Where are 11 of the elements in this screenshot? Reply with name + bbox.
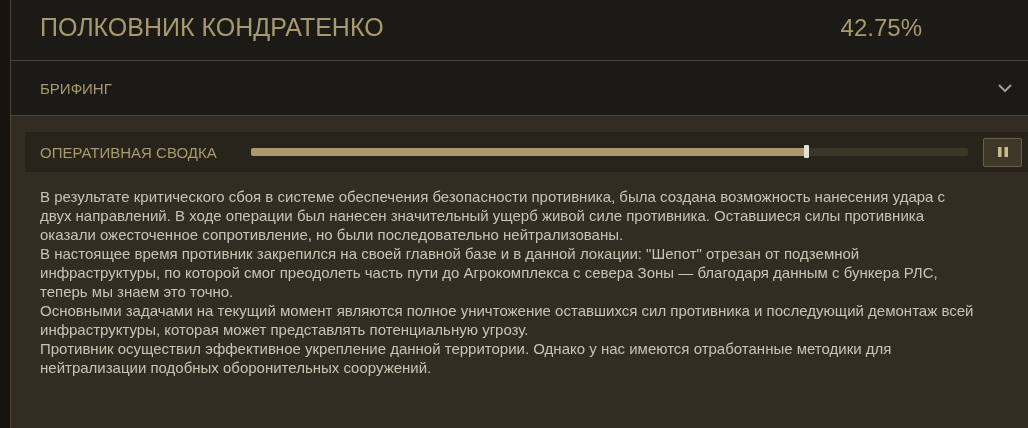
briefing-paragraph: Противник осуществил эффективное укрепление данной территории. Однако у нас имеются отработанные методики для нейтрализации подобных оборонительных сооружений.: [40, 339, 893, 377]
mission-title: ПОЛКОВНИК КОНДРАТЕНКО: [40, 13, 384, 42]
briefing-audio-title: ОПЕРАТИВНАЯ СВОДКА: [40, 143, 218, 161]
chevron-icon: [998, 83, 1012, 93]
briefing-paragraph: Основными задачами на текущий момент являются полное уничтожение оставшихся сил противника и последующий демонтаж всей инфраструктуры, которая может представлять потенциальную угрозу.: [40, 301, 975, 339]
pause-icon: [996, 146, 1009, 158]
progress-slider[interactable]: [251, 148, 968, 156]
briefing-paragraph: В настоящее время противник закрепился на своей главной базе и в данной локации: "Шепот" отрезан от подземной инфраструктуры, по которой смог преодолеть часть пути до Агрокомплекса с севера Зоны — благодаря данным с бункера РЛС, теперь мы знаем это точно.: [40, 244, 939, 301]
pause-button[interactable]: [983, 137, 1022, 167]
briefing-paragraph: В результате критического сбоя в системе обеспечения безопасности противника, была создана возможность нанесения удара с двух направлений. В ходе операции был нанесен значительный ущерб живой силе противника. Оставшиеся силы противника оказали ожесточенное сопротивление, но были последовательно нейтрализованы.: [40, 187, 947, 244]
success-value: 42.75%: [840, 14, 922, 42]
